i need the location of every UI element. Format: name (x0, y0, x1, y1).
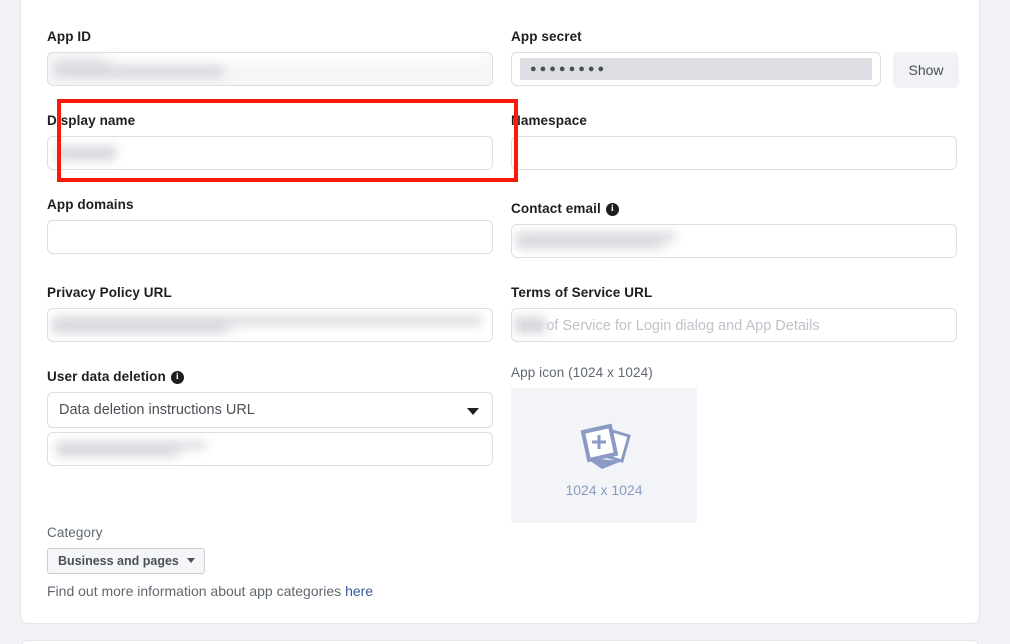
user-data-deletion-redaction-overlay (178, 449, 478, 466)
field-display-name: Display name (47, 112, 493, 170)
terms-of-service-url-label: Terms of Service URL (511, 284, 957, 301)
display-name-redaction-overlay (118, 151, 493, 170)
category-dropdown-button[interactable]: Business and pages (47, 548, 205, 574)
next-section-card (20, 640, 980, 644)
terms-of-service-url-placeholder: ms of Service for Login dialog and App D… (523, 318, 820, 334)
user-data-deletion-redaction (56, 441, 206, 457)
category-selected-value: Business and pages (58, 554, 179, 568)
contact-email-label-text: Contact email (511, 200, 601, 217)
app-secret-value: ●●●●●●●● (530, 58, 607, 80)
app-secret-label: App secret (511, 28, 957, 45)
app-icon-upload-box[interactable]: 1024 x 1024 (511, 388, 697, 523)
user-data-deletion-label: User data deletion i (47, 368, 493, 385)
app-id-redaction-overlay (108, 52, 488, 63)
field-app-secret: App secret ●●●●●●●● Show (511, 28, 957, 86)
terms-of-service-url-label-text: Terms of Service URL (511, 284, 652, 301)
app-settings-screen: App ID Display name (0, 0, 1010, 644)
basic-settings-form: App ID Display name (21, 0, 979, 623)
info-icon[interactable]: i (606, 203, 619, 216)
category-label-text: Category (47, 524, 103, 541)
app-domains-label-text: App domains (47, 196, 134, 213)
app-id-label-text: App ID (47, 28, 91, 45)
field-contact-email: Contact email i (511, 200, 957, 258)
app-id-redaction (54, 61, 224, 78)
user-data-deletion-select[interactable]: Data deletion instructions URL (47, 392, 493, 428)
app-secret-mask-block: ●●●●●●●● (520, 58, 872, 80)
basic-settings-card: App ID Display name (20, 0, 980, 624)
namespace-label: Namespace (511, 112, 957, 129)
user-data-deletion-selected: Data deletion instructions URL (59, 402, 255, 418)
contact-email-input[interactable] (511, 224, 957, 258)
chevron-down-icon (187, 558, 195, 563)
field-app-id: App ID (47, 28, 493, 86)
field-terms-of-service-url: Terms of Service URL ms of Service for L… (511, 284, 957, 342)
add-photo-icon (566, 414, 642, 476)
display-name-input[interactable] (47, 136, 493, 170)
privacy-policy-url-redaction (52, 316, 482, 334)
terms-of-service-url-input[interactable]: ms of Service for Login dialog and App D… (511, 308, 957, 342)
app-secret-row: ●●●●●●●● Show (511, 52, 957, 86)
display-name-label-text: Display name (47, 112, 135, 129)
user-data-deletion-url-input[interactable] (47, 432, 493, 466)
show-secret-button[interactable]: Show (893, 52, 959, 88)
display-name-redaction (56, 146, 118, 161)
app-id-input[interactable] (47, 52, 493, 86)
display-name-label: Display name (47, 112, 493, 129)
privacy-policy-url-input[interactable] (47, 308, 493, 342)
field-app-icon: App icon (1024 x 1024) (511, 364, 957, 523)
chevron-down-icon (467, 408, 479, 415)
privacy-policy-url-redaction-overlay (228, 325, 493, 342)
app-icon-label: App icon (1024 x 1024) (511, 364, 957, 381)
info-icon[interactable]: i (171, 371, 184, 384)
namespace-input[interactable] (511, 136, 957, 170)
privacy-policy-url-label: Privacy Policy URL (47, 284, 493, 301)
field-user-data-deletion: User data deletion i Data deletion instr… (47, 368, 493, 466)
contact-email-redaction (516, 232, 676, 249)
category-hint-text: Find out more information about app cate… (47, 583, 345, 599)
app-domains-label: App domains (47, 196, 493, 213)
field-app-domains: App domains (47, 196, 493, 254)
field-category: Category Business and pages Find out mor… (47, 524, 493, 599)
app-secret-label-text: App secret (511, 28, 582, 45)
user-data-deletion-label-text: User data deletion (47, 368, 166, 385)
app-secret-input[interactable]: ●●●●●●●● (511, 52, 881, 86)
field-namespace: Namespace (511, 112, 957, 170)
namespace-label-text: Namespace (511, 112, 587, 129)
contact-email-label: Contact email i (511, 200, 957, 217)
category-label: Category (47, 524, 493, 541)
privacy-policy-url-label-text: Privacy Policy URL (47, 284, 172, 301)
app-icon-size-label: 1024 x 1024 (565, 482, 642, 498)
field-privacy-policy-url: Privacy Policy URL (47, 284, 493, 342)
category-hint: Find out more information about app cate… (47, 583, 493, 599)
category-hint-link[interactable]: here (345, 583, 373, 599)
contact-email-redaction-overlay (662, 241, 957, 258)
app-id-label: App ID (47, 28, 493, 45)
app-domains-input[interactable] (47, 220, 493, 254)
app-icon-label-text: App icon (1024 x 1024) (511, 364, 653, 381)
